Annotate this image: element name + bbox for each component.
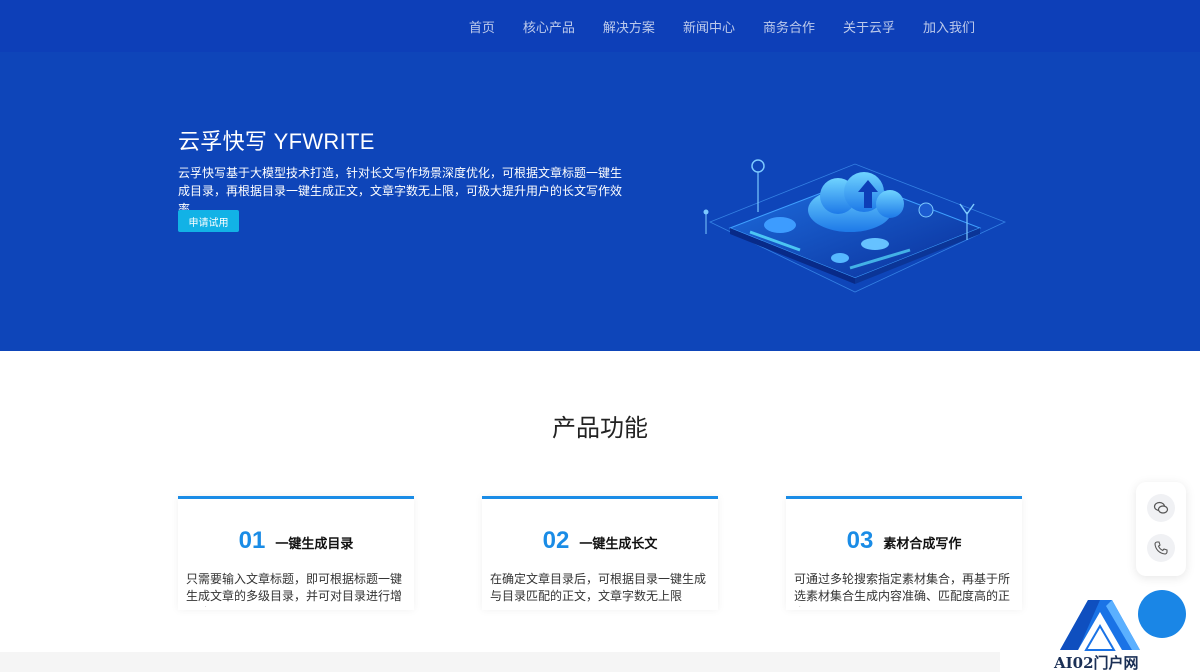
chat-icon: [1153, 501, 1169, 514]
feature-card-head: 02 一键生成长文: [482, 527, 718, 555]
feature-card-3: 03 素材合成写作 可通过多轮搜索指定素材集合，再基于所选素材集合生成内容准确、…: [786, 496, 1022, 610]
hero-banner: 云孚快写 YFWRITE 云孚快写基于大模型技术打造，针对长文写作场景深度优化，…: [0, 52, 1200, 351]
nav-item-about[interactable]: 关于云孚: [843, 17, 895, 36]
top-nav: 首页 核心产品 解决方案 新闻中心 商务合作 关于云孚 加入我们: [0, 0, 1200, 52]
phone-button[interactable]: [1147, 534, 1175, 562]
cloud-platform-illustration: [703, 159, 1007, 293]
feature-name: 一键生成目录: [275, 536, 354, 551]
hero-title: 云孚快写 YFWRITE: [178, 129, 375, 154]
feature-card-2: 02 一键生成长文 在确定文章目录后，可根据目录一键生成与目录匹配的正文，文章字…: [482, 496, 718, 610]
feature-description: 只需要输入文章标题，即可根据标题一键生成文章的多级目录，并可对目录进行增删改: [186, 572, 403, 607]
section-title: 产品功能: [552, 415, 648, 442]
phone-icon: [1154, 541, 1168, 555]
nav-item-join[interactable]: 加入我们: [923, 17, 975, 36]
feature-card-1: 01 一键生成目录 只需要输入文章标题，即可根据标题一键生成文章的多级目录，并可…: [178, 496, 414, 610]
feature-description: 可通过多轮搜索指定素材集合，再基于所选素材集合生成内容准确、匹配度高的正文: [794, 572, 1011, 607]
nav-menu: 首页 核心产品 解决方案 新闻中心 商务合作 关于云孚 加入我们: [469, 0, 975, 52]
feature-card-head: 03 素材合成写作: [786, 527, 1022, 555]
nav-item-solutions[interactable]: 解决方案: [603, 17, 655, 36]
feature-name: 一键生成长文: [579, 536, 658, 551]
nav-item-news[interactable]: 新闻中心: [683, 17, 735, 36]
feature-description: 在确定文章目录后，可根据目录一键生成与目录匹配的正文，文章字数无上限: [490, 572, 707, 603]
watermark-text: AI02门户网: [1054, 654, 1139, 672]
chat-button[interactable]: [1147, 494, 1175, 522]
footer-strip: [0, 652, 1000, 672]
feature-number: 03: [846, 527, 874, 554]
feature-card-head: 01 一键生成目录: [178, 527, 414, 555]
nav-item-business[interactable]: 商务合作: [763, 17, 815, 36]
feature-number: 01: [238, 527, 266, 554]
side-toolbar: [1136, 482, 1186, 576]
feature-number: 02: [542, 527, 570, 554]
apply-trial-button[interactable]: 申请试用: [178, 210, 239, 232]
nav-item-home[interactable]: 首页: [469, 17, 495, 36]
hero-description: 云孚快写基于大模型技术打造，针对长文写作场景深度优化，可根据文章标题一键生成目录…: [178, 166, 623, 216]
feature-name: 素材合成写作: [883, 536, 962, 551]
nav-item-products[interactable]: 核心产品: [523, 17, 575, 36]
